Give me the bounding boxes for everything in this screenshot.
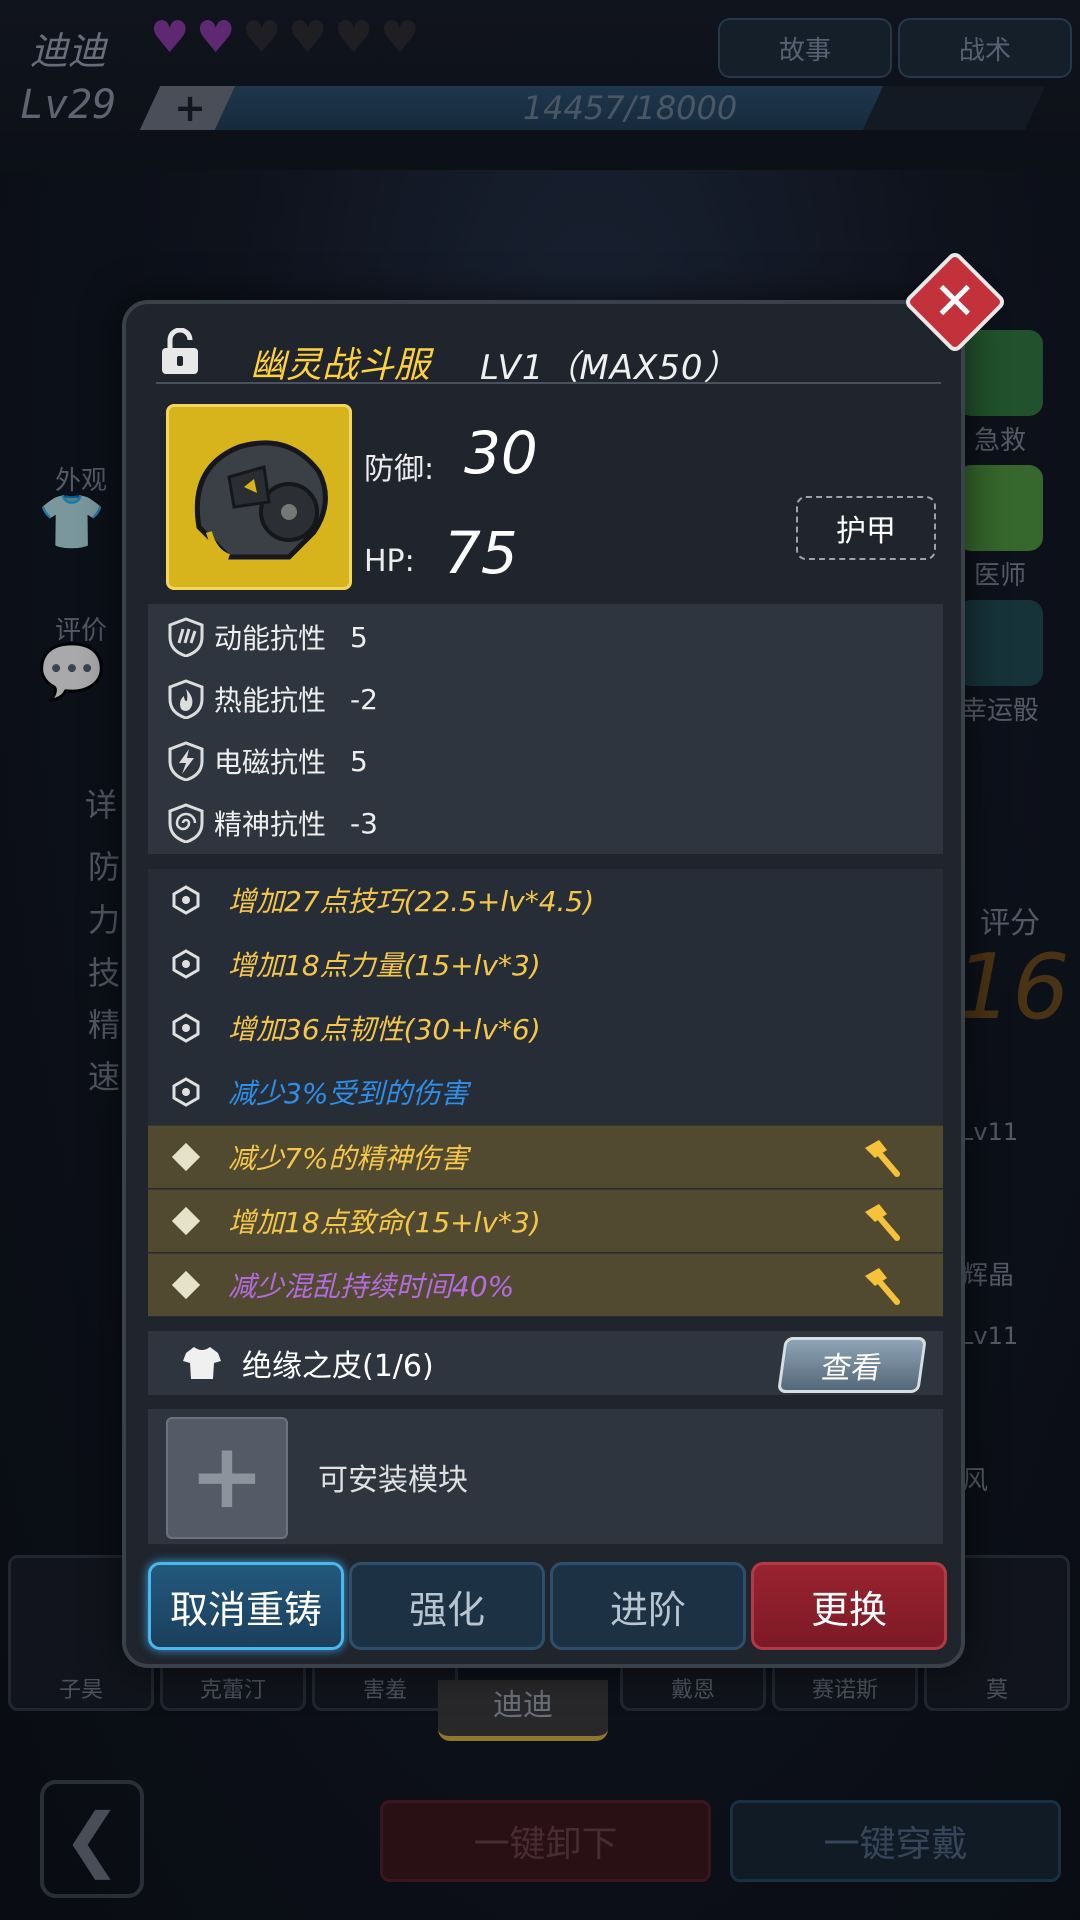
plus-icon: + xyxy=(189,1424,265,1529)
hexagon-bullet-icon xyxy=(168,1074,204,1110)
attribute-text: 减少3%受到的伤害 xyxy=(228,1077,469,1110)
item-image xyxy=(166,404,352,590)
resistance-value: 5 xyxy=(350,620,368,654)
item-name: 幽灵战斗服 xyxy=(250,345,431,386)
hp-value: 75 xyxy=(444,519,518,587)
advance-button[interactable]: 进阶 xyxy=(550,1562,746,1650)
hammer-icon[interactable] xyxy=(859,1264,903,1308)
thermal-icon xyxy=(168,679,204,719)
module-slot[interactable]: + xyxy=(166,1417,288,1539)
unlock-icon[interactable] xyxy=(160,328,200,376)
hp-label: HP: xyxy=(364,544,415,579)
attribute-text: 增加18点致命(15+lv*3) xyxy=(228,1206,541,1239)
resistance-value: -3 xyxy=(350,806,378,840)
attribute-row: 增加36点韧性(30+lv*6) xyxy=(148,997,943,1059)
armor-helmet-icon xyxy=(194,440,328,560)
close-icon: ✕ xyxy=(933,271,977,332)
resistance-row: 动能抗性 5 xyxy=(166,612,368,662)
module-text: 可安装模块 xyxy=(318,1463,468,1498)
attribute-row: 减少3%受到的伤害 xyxy=(148,1061,943,1123)
equipment-set-row: 绝缘之皮(1/6) 查看 xyxy=(148,1331,943,1395)
attribute-row: 减少混乱持续时间40% xyxy=(148,1253,943,1316)
view-set-button[interactable]: 查看 xyxy=(777,1337,927,1393)
attribute-text: 减少混乱持续时间40% xyxy=(228,1270,515,1303)
resistance-row: 电磁抗性 5 xyxy=(166,736,368,786)
cancel-reforge-button[interactable]: 取消重铸 xyxy=(148,1562,344,1650)
module-panel: + 可安装模块 xyxy=(148,1409,943,1544)
shirt-icon xyxy=(183,1347,221,1379)
resistance-value: 5 xyxy=(350,744,368,778)
set-name: 绝缘之皮(1/6) xyxy=(242,1349,434,1384)
resistance-label: 电磁抗性 xyxy=(214,746,327,779)
defense-label: 防御: xyxy=(364,452,435,487)
attribute-row: 增加18点致命(15+lv*3) xyxy=(148,1189,943,1252)
psychic-icon xyxy=(168,803,204,843)
defense-value: 30 xyxy=(464,419,538,487)
resistance-label: 精神抗性 xyxy=(214,808,327,841)
resistance-row: 热能抗性 -2 xyxy=(166,674,378,724)
divider xyxy=(156,382,941,384)
attribute-text: 增加27点技巧(22.5+lv*4.5) xyxy=(228,885,595,918)
attribute-text: 增加36点韧性(30+lv*6) xyxy=(228,1013,541,1046)
attribute-text: 减少7%的精神伤害 xyxy=(228,1142,469,1175)
electromagnetic-icon xyxy=(168,741,204,781)
hexagon-bullet-icon xyxy=(168,882,204,918)
resistance-row: 精神抗性 -3 xyxy=(166,798,378,848)
hexagon-bullet-icon xyxy=(168,946,204,982)
resistance-label: 热能抗性 xyxy=(214,684,327,717)
diamond-icon xyxy=(168,1139,204,1175)
diamond-icon xyxy=(168,1267,204,1303)
diamond-icon xyxy=(168,1203,204,1239)
kinetic-icon xyxy=(168,617,204,657)
resistance-panel: 动能抗性 5 热能抗性 -2 电磁抗性 5 精神抗性 -3 xyxy=(148,604,943,854)
attribute-row: 增加18点力量(15+lv*3) xyxy=(148,933,943,995)
attribute-panel: 增加27点技巧(22.5+lv*4.5) 增加18点力量(15+lv*3) 增加36… xyxy=(148,869,943,1317)
resistance-value: -2 xyxy=(350,682,378,716)
equipment-detail-modal: 幽灵战斗服 LV1（MAX50） 防御: 30 HP: 75 护甲 动能抗性 5… xyxy=(122,300,965,1668)
hammer-icon[interactable] xyxy=(859,1200,903,1244)
resistance-label: 动能抗性 xyxy=(214,622,327,655)
replace-button[interactable]: 更换 xyxy=(751,1562,947,1650)
attribute-row: 增加27点技巧(22.5+lv*4.5) xyxy=(148,869,943,931)
hexagon-bullet-icon xyxy=(168,1010,204,1046)
hammer-icon[interactable] xyxy=(859,1136,903,1180)
attribute-row: 减少7%的精神伤害 xyxy=(148,1125,943,1188)
item-type-tag: 护甲 xyxy=(796,496,936,560)
attribute-text: 增加18点力量(15+lv*3) xyxy=(228,949,541,982)
enhance-button[interactable]: 强化 xyxy=(349,1562,545,1650)
